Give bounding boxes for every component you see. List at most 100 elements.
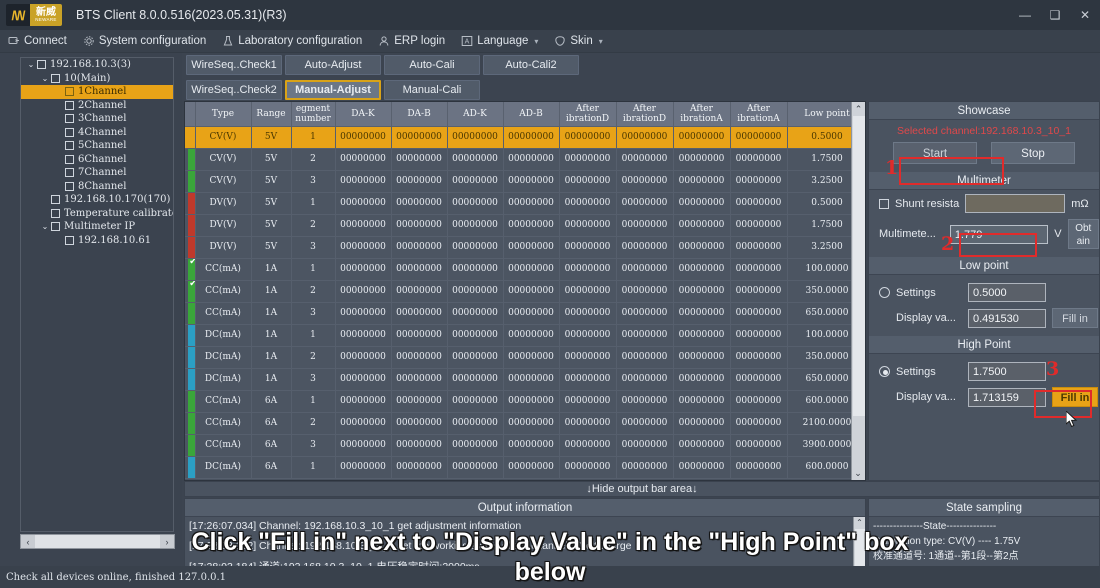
tree-node-checkbox[interactable] bbox=[65, 87, 74, 97]
table-header-cell[interactable]: After ibrationD bbox=[616, 102, 674, 127]
tree-node[interactable]: ⌄ Multimeter IP bbox=[21, 220, 173, 234]
menu-item-erp-login[interactable]: ERP login bbox=[370, 30, 453, 53]
tree-node-checkbox[interactable] bbox=[65, 114, 74, 124]
menu-item-skin[interactable]: Skin ▾ bbox=[546, 30, 610, 53]
table-row[interactable]: DC(mA) 1A 3 00000000 00000000 00000000 0000000… bbox=[185, 368, 865, 391]
tree-node-checkbox[interactable] bbox=[51, 208, 60, 218]
table-row[interactable]: DC(mA) 6A 1 00000000 00000000 00000000 0000000… bbox=[185, 456, 865, 479]
tree-node[interactable]: 1Channel bbox=[21, 85, 173, 99]
high-point-display-input[interactable]: 1.713159 bbox=[968, 387, 1046, 407]
scroll-right-icon[interactable]: › bbox=[160, 537, 174, 547]
table-header-cell[interactable]: DA-K bbox=[335, 102, 392, 127]
table-header-cell[interactable]: After ibrationD bbox=[559, 102, 617, 127]
table-vertical-scrollbar[interactable]: ⌃ ⌄ bbox=[851, 102, 865, 480]
table-header-cell[interactable]: AD-B bbox=[503, 102, 560, 127]
high-point-settings-radio[interactable] bbox=[879, 366, 890, 377]
table-row[interactable]: DV(V) 5V 1 00000000 00000000 00000000 00000000… bbox=[185, 192, 865, 215]
scrollbar-thumb[interactable] bbox=[35, 535, 160, 548]
tab-manual-cali[interactable]: Manual-Cali bbox=[384, 80, 480, 100]
multimeter-input[interactable]: 1.779 bbox=[949, 224, 1049, 244]
chevron-down-icon[interactable]: ⌄ bbox=[39, 222, 51, 231]
high-point-settings-input[interactable]: 1.7500 bbox=[968, 362, 1046, 381]
tree-node-checkbox[interactable] bbox=[65, 235, 74, 245]
scroll-down-icon[interactable]: ⌄ bbox=[852, 466, 864, 480]
table-header-cell[interactable]: After ibrationA bbox=[730, 102, 788, 127]
table-row[interactable]: CC(mA) 6A 1 00000000 00000000 00000000 0000000… bbox=[185, 390, 865, 413]
chevron-down-icon[interactable]: ⌄ bbox=[39, 74, 51, 83]
table-row[interactable]: CC(mA) 6A 2 00000000 00000000 00000000 0000000… bbox=[185, 412, 865, 435]
shunt-resistance-checkbox[interactable] bbox=[879, 198, 889, 209]
menu-item-system-configuration[interactable]: System configuration bbox=[75, 30, 214, 53]
obtain-button[interactable]: Obt ain bbox=[1067, 219, 1099, 249]
tree-node[interactable]: 6Channel bbox=[21, 153, 173, 167]
tree-node[interactable]: Temperature calibrator IP bbox=[21, 207, 173, 221]
table-row[interactable]: CC(mA)1A20000000000000000000000000000000… bbox=[185, 280, 865, 303]
low-point-settings-radio[interactable] bbox=[879, 287, 890, 298]
tree-horizontal-scrollbar[interactable]: ‹ › bbox=[20, 534, 175, 549]
tree-node-checkbox[interactable] bbox=[65, 100, 74, 110]
tree-node-checkbox[interactable] bbox=[51, 73, 60, 83]
tree-node[interactable]: 5Channel bbox=[21, 139, 173, 153]
table-header-cell[interactable]: AD-K bbox=[447, 102, 504, 127]
stop-button[interactable]: Stop bbox=[991, 142, 1075, 164]
tree-node[interactable]: 8Channel bbox=[21, 180, 173, 194]
menu-item-connect[interactable]: Connect bbox=[0, 30, 75, 53]
tree-node-checkbox[interactable] bbox=[37, 60, 46, 70]
table-row[interactable]: CV(V) 5V 2 00000000 00000000 00000000 00000000… bbox=[185, 148, 865, 171]
tree-node[interactable]: ⌄ 10(Main) bbox=[21, 72, 173, 86]
tree-node-checkbox[interactable] bbox=[65, 127, 74, 137]
menu-item-laboratory-configuration[interactable]: Laboratory configuration bbox=[214, 30, 370, 53]
chevron-down-icon[interactable]: ▾ bbox=[534, 37, 538, 46]
menu-item-language[interactable]: A Language ▾ bbox=[453, 30, 546, 53]
tree-node[interactable]: 192.168.10.61 bbox=[21, 234, 173, 248]
tree-node-checkbox[interactable] bbox=[65, 141, 74, 151]
device-tree[interactable]: ⌄ 192.168.10.3(3) ⌄ 10(Main) 1Channel 2Channe… bbox=[20, 57, 174, 532]
table-row[interactable]: DC(mA) 1A 1 00000000 00000000 00000000 0000000… bbox=[185, 324, 865, 347]
tab-auto-cali2[interactable]: Auto-Cali2 bbox=[483, 55, 579, 75]
table-row[interactable]: DC(mA) 1A 2 00000000 00000000 00000000 0000000… bbox=[185, 346, 865, 369]
table-header-cell[interactable]: Type bbox=[195, 102, 252, 127]
tree-node-checkbox[interactable] bbox=[65, 181, 74, 191]
tree-node[interactable]: 4Channel bbox=[21, 126, 173, 140]
calibration-table[interactable]: Type Range egment number DA-K DA-B AD-K AD-B Aft… bbox=[185, 102, 865, 479]
tree-node[interactable]: 2Channel bbox=[21, 99, 173, 113]
tree-node-checkbox[interactable] bbox=[51, 222, 60, 232]
minimize-icon[interactable]: — bbox=[1010, 0, 1040, 30]
tree-node-checkbox[interactable] bbox=[51, 195, 60, 205]
tree-node[interactable]: 7Channel bbox=[21, 166, 173, 180]
low-point-settings-input[interactable]: 0.5000 bbox=[968, 283, 1046, 302]
scroll-up-icon[interactable]: ⌃ bbox=[852, 102, 865, 116]
low-point-display-input[interactable]: 0.491530 bbox=[968, 308, 1046, 328]
hide-output-bar-toggle[interactable]: ↓Hide output bar area↓ bbox=[184, 481, 1100, 497]
tree-node[interactable]: 3Channel bbox=[21, 112, 173, 126]
tree-node-checkbox[interactable] bbox=[65, 154, 74, 164]
table-row[interactable]: CC(mA) 1A 3 00000000 00000000 00000000 0000000… bbox=[185, 302, 865, 325]
tab-wireseq-check1[interactable]: WireSeq..Check1 bbox=[186, 55, 282, 75]
close-icon[interactable]: ✕ bbox=[1070, 0, 1100, 30]
scroll-up-icon[interactable]: ⌃ bbox=[854, 517, 865, 529]
shunt-resistance-input[interactable] bbox=[965, 194, 1066, 213]
table-row[interactable]: CC(mA) 6A 3 00000000 00000000 00000000 0000000… bbox=[185, 434, 865, 457]
table-row[interactable]: DV(V) 5V 3 00000000 00000000 00000000 00000000… bbox=[185, 236, 865, 259]
scroll-left-icon[interactable]: ‹ bbox=[21, 537, 35, 547]
chevron-down-icon[interactable]: ⌄ bbox=[25, 60, 37, 69]
tree-node[interactable]: ⌄ 192.168.10.3(3) bbox=[21, 58, 173, 72]
table-row[interactable]: CV(V) 5V 3 00000000 00000000 00000000 00000000… bbox=[185, 170, 865, 193]
tab-auto-adjust[interactable]: Auto-Adjust bbox=[285, 55, 381, 75]
table-header-cell[interactable]: Range bbox=[251, 102, 292, 127]
table-header-cell[interactable]: After ibrationA bbox=[673, 102, 731, 127]
tab-manual-adjust[interactable]: Manual-Adjust bbox=[285, 80, 381, 100]
table-row[interactable]: CC(mA)1A10000000000000000000000000000000… bbox=[185, 258, 865, 281]
table-row[interactable]: DV(V) 5V 2 00000000 00000000 00000000 00000000… bbox=[185, 214, 865, 237]
high-point-fill-in-button[interactable]: Fill in bbox=[1052, 387, 1098, 407]
maximize-icon[interactable]: ❑ bbox=[1040, 0, 1070, 30]
chevron-down-icon[interactable]: ▾ bbox=[599, 37, 603, 46]
table-header-cell[interactable]: DA-B bbox=[391, 102, 448, 127]
scrollbar-thumb[interactable] bbox=[853, 116, 865, 416]
low-point-fill-in-button[interactable]: Fill in bbox=[1052, 308, 1098, 328]
tree-node-checkbox[interactable] bbox=[65, 168, 74, 178]
tree-node[interactable]: 192.168.10.170(170) bbox=[21, 193, 173, 207]
table-row[interactable]: CV(V) 5V 1 00000000 00000000 00000000 00000000… bbox=[185, 126, 865, 149]
start-button[interactable]: Start bbox=[893, 142, 977, 164]
tab-wireseq-check2[interactable]: WireSeq..Check2 bbox=[186, 80, 282, 100]
